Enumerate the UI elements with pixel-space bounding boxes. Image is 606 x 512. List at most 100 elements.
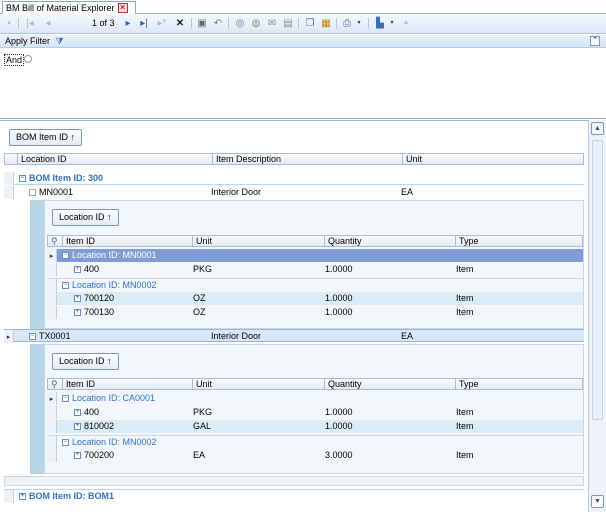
expand-icon[interactable]: + [74, 309, 81, 317]
print-icon[interactable]: ⎙ [341, 17, 353, 30]
and-operator[interactable]: And [4, 54, 25, 66]
current-row-indicator: ▸ [4, 330, 14, 343]
table-row[interactable]: +700200 EA 3.0000 Item [47, 449, 583, 462]
chevron-down-icon[interactable]: ▾ [353, 17, 365, 30]
paste-icon[interactable]: ▦ [320, 17, 332, 30]
previous-record-icon[interactable]: ◂ [42, 17, 54, 30]
chevron-down-icon[interactable]: ▾ [386, 17, 398, 30]
detail-grid-mn0001: Location ID ↑ ⚲ Item ID Unit Quantity Ty… [44, 200, 584, 329]
filter-icon[interactable]: ⧩ [56, 36, 64, 46]
cell-quantity: 1.0000 [325, 293, 353, 303]
scroll-thumb[interactable] [592, 140, 603, 420]
row-indicator [47, 292, 57, 305]
collapse-icon[interactable]: ⌃ [590, 36, 600, 46]
cell-location: TX0001 [39, 331, 71, 341]
cell-unit: GAL [193, 421, 212, 431]
new-record-icon[interactable]: ▸* [156, 17, 168, 30]
vertical-scrollbar[interactable]: ▲ ▼ [588, 120, 606, 512]
collapse-icon[interactable]: − [62, 439, 69, 447]
cell-quantity: 1.0000 [325, 307, 353, 317]
row-indicator [47, 436, 57, 449]
scroll-up-icon[interactable]: ▲ [591, 122, 604, 135]
detail-grid-header: ⚲ Item ID Unit Quantity Type [47, 378, 583, 390]
cell-unit: OZ [193, 293, 206, 303]
scroll-down-icon[interactable]: ▼ [591, 495, 604, 508]
group-row-selected[interactable]: ▸ − Location ID: MN0001 [47, 249, 583, 262]
group-by-location-button[interactable]: Location ID ↑ [52, 353, 119, 370]
column-header-unit[interactable]: Unit [192, 379, 324, 390]
column-header-unit[interactable]: Unit [192, 236, 324, 247]
group-by-bom-item-button[interactable]: BOM Item ID ↑ [9, 129, 83, 146]
last-record-icon[interactable]: ▸| [138, 17, 150, 30]
column-header-location[interactable]: Location ID [17, 154, 212, 165]
column-header-quantity[interactable]: Quantity [324, 379, 455, 390]
first-record-icon[interactable]: |◂ [24, 17, 36, 30]
cell-location: MN0001 [39, 187, 74, 197]
collapse-icon[interactable]: − [62, 282, 69, 290]
tab-title: BM Bill of Material Explorer [6, 3, 115, 13]
cell-unit: EA [193, 450, 206, 460]
expand-icon[interactable]: + [74, 409, 81, 417]
pager-text: 1 of 3 [92, 18, 115, 28]
cell-unit: OZ [193, 307, 206, 317]
column-header-type[interactable]: Type [455, 236, 584, 247]
next-record-icon[interactable]: ▸ [122, 17, 134, 30]
search-icon[interactable]: ⚲ [48, 379, 62, 390]
expand-icon[interactable]: + [74, 423, 81, 431]
cell-type: Item [456, 407, 474, 417]
group-row[interactable]: − Location ID: MN0002 [47, 278, 583, 292]
expand-icon[interactable]: + [19, 493, 26, 501]
row-indicator [47, 449, 57, 462]
current-row-indicator: ▸ [47, 249, 57, 262]
table-row[interactable]: +400 PKG 1.0000 Item [47, 263, 583, 276]
search-icon[interactable]: ⚲ [48, 236, 62, 247]
column-header-item-id[interactable]: Item ID [62, 236, 192, 247]
group-label: BOM Item ID: 300 [29, 173, 104, 183]
edit-icon[interactable]: ▣ [196, 17, 208, 30]
detail-grid-header: ⚲ Item ID Unit Quantity Type [47, 235, 583, 247]
attach-icon[interactable]: ◍ [250, 17, 262, 30]
table-row[interactable]: MN0001 Interior Door EA [4, 186, 584, 199]
delete-icon[interactable]: ✕ [174, 17, 186, 30]
table-row[interactable]: +700130 OZ 1.0000 Item [47, 306, 583, 319]
close-icon[interactable]: ✕ [117, 3, 128, 13]
table-row[interactable]: +400 PKG 1.0000 Item [47, 406, 583, 419]
cell-type: Item [456, 293, 474, 303]
table-row[interactable]: +810002 GAL 1.0000 Item [47, 420, 583, 433]
expand-icon[interactable]: + [74, 295, 81, 303]
window-icon[interactable]: ▫ [400, 17, 412, 30]
save-icon[interactable]: ▪ [3, 17, 15, 30]
chart-icon[interactable]: ▙ [374, 17, 386, 30]
column-header-item-id[interactable]: Item ID [62, 379, 192, 390]
table-row[interactable]: +700120 OZ 1.0000 Item [47, 292, 583, 305]
expand-icon[interactable] [29, 189, 36, 197]
expand-icon[interactable]: + [74, 266, 81, 274]
column-header-type[interactable]: Type [455, 379, 584, 390]
group-row[interactable]: − BOM Item ID: 300 [4, 172, 584, 185]
grid-header: Location ID Item Description Unit [4, 153, 584, 165]
group-by-location-button[interactable]: Location ID ↑ [52, 209, 119, 226]
cell-item-id: 700120 [84, 293, 115, 303]
undo-icon[interactable]: ↶ [212, 17, 224, 30]
collapse-icon[interactable]: − [62, 395, 69, 403]
group-row[interactable]: ▸ − Location ID: CA0001 [47, 392, 583, 405]
detail-indent [30, 200, 44, 329]
tab-bom-explorer[interactable]: BM Bill of Material Explorer ✕ [2, 1, 136, 14]
table-row-current[interactable]: ▸ − TX0001 Interior Door EA [4, 329, 584, 343]
group-row[interactable]: + BOM Item ID: BOM1 [4, 489, 584, 503]
copy-icon[interactable]: ❐ [304, 17, 316, 30]
current-row-indicator: ▸ [47, 392, 57, 405]
collapse-icon[interactable]: − [29, 333, 36, 341]
group-row[interactable]: − Location ID: MN0002 [47, 435, 583, 449]
collapse-icon[interactable]: − [62, 252, 69, 260]
toolbar-separator [18, 18, 19, 29]
note-icon[interactable]: ▤ [282, 17, 294, 30]
column-header-description[interactable]: Item Description [212, 154, 402, 165]
column-header-quantity[interactable]: Quantity [324, 236, 455, 247]
add-condition-icon[interactable] [24, 55, 32, 63]
column-header-unit[interactable]: Unit [402, 154, 585, 165]
expand-icon[interactable]: + [74, 452, 81, 460]
collapse-icon[interactable]: − [19, 175, 26, 183]
zoom-icon[interactable]: ◎ [234, 17, 246, 30]
email-icon[interactable]: ✉ [266, 17, 278, 30]
